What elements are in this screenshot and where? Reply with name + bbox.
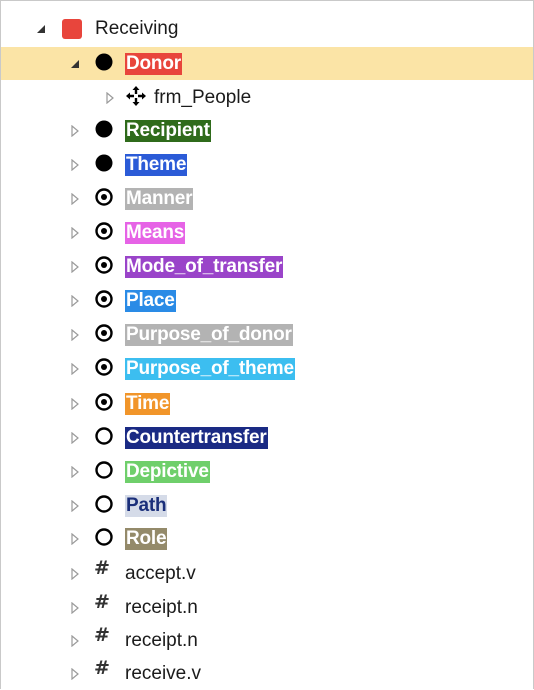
tree-node-label: Purpose_of_theme [125, 357, 295, 380]
tree-node-label: accept.v [125, 562, 196, 584]
open-circle-icon [93, 425, 115, 447]
tree-node-label: Donor [125, 52, 182, 75]
tree-node-mode-of-transfer[interactable]: Mode_of_transfer [1, 250, 533, 283]
open-circle-icon [93, 526, 115, 548]
tree-node-label: Time [125, 392, 171, 415]
dot-circle-icon [93, 254, 115, 276]
dot-circle-icon [93, 186, 115, 208]
tree-node-label: Manner [125, 187, 194, 210]
tree-node-receive-v[interactable]: # receive.v [1, 657, 533, 690]
expanded-triangle-icon[interactable] [35, 23, 47, 35]
hash-icon: # [94, 624, 110, 646]
collapsed-triangle-icon[interactable] [104, 91, 116, 104]
collapsed-triangle-icon[interactable] [69, 328, 81, 341]
tree-node-label: Path [125, 494, 168, 517]
tree-node-recipient[interactable]: Recipient [1, 114, 533, 147]
hash-icon: # [94, 557, 110, 579]
expanded-triangle-icon[interactable] [69, 58, 81, 70]
collapsed-triangle-icon[interactable] [69, 294, 81, 307]
collapsed-triangle-icon[interactable] [69, 192, 81, 205]
collapsed-triangle-icon[interactable] [69, 499, 81, 512]
dot-circle-icon [93, 391, 115, 413]
tree-node-receipt-n[interactable]: # receipt.n [1, 624, 533, 657]
tree-node-accept-v[interactable]: # accept.v [1, 557, 533, 590]
dot-circle-icon [93, 288, 115, 310]
filled-circle-icon [93, 118, 115, 140]
dot-circle-icon [93, 356, 115, 378]
tree-node-countertransfer[interactable]: Countertransfer [1, 421, 533, 454]
tree-node-time[interactable]: Time [1, 387, 533, 420]
tree-node-receipt-n[interactable]: # receipt.n [1, 591, 533, 624]
tree-node-manner[interactable]: Manner [1, 182, 533, 215]
tree-node-theme[interactable]: Theme [1, 148, 533, 181]
tree-node-means[interactable]: Means [1, 216, 533, 249]
tree-node-donor[interactable]: Donor [1, 47, 533, 80]
open-circle-icon [93, 493, 115, 515]
filled-circle-icon [93, 152, 115, 174]
tree-node-label: Receiving [95, 17, 179, 39]
tree-node-label: Place [125, 289, 176, 312]
collapsed-triangle-icon[interactable] [69, 431, 81, 444]
tree-node-label: receipt.n [125, 596, 198, 618]
tree-node-label: frm_People [154, 86, 252, 108]
collapsed-triangle-icon[interactable] [69, 532, 81, 545]
tree-node-label: Mode_of_transfer [125, 255, 284, 278]
tree-node-place[interactable]: Place [1, 284, 533, 317]
tree-node-label: Depictive [125, 460, 210, 483]
dot-circle-icon [93, 220, 115, 242]
collapsed-triangle-icon[interactable] [69, 634, 81, 647]
tree-node-role[interactable]: Role [1, 522, 533, 555]
collapsed-triangle-icon[interactable] [69, 124, 81, 137]
collapsed-triangle-icon[interactable] [69, 158, 81, 171]
tree-node-label: Purpose_of_donor [125, 323, 293, 346]
tree-node-path[interactable]: Path [1, 489, 533, 522]
tree-node-label: receipt.n [125, 629, 198, 651]
collapsed-triangle-icon[interactable] [69, 465, 81, 478]
collapsed-triangle-icon[interactable] [69, 260, 81, 273]
tree-node-frm-people[interactable]: frm_People [1, 81, 533, 114]
open-circle-icon [93, 459, 115, 481]
tree-node-label: receive.v [125, 662, 202, 684]
tree-node-label: Role [125, 527, 168, 550]
collapsed-triangle-icon[interactable] [69, 397, 81, 410]
collapsed-triangle-icon[interactable] [69, 667, 81, 680]
tree-node-depictive[interactable]: Depictive [1, 455, 533, 488]
collapsed-triangle-icon[interactable] [69, 601, 81, 614]
tree-node-receiving[interactable]: Receiving [1, 12, 533, 45]
tree-node-label: Countertransfer [125, 426, 268, 449]
collapsed-triangle-icon[interactable] [69, 362, 81, 375]
frame-tree: Receiving Donor frm_People Recipient Theme M… [0, 0, 534, 689]
hash-icon: # [94, 657, 110, 679]
tree-node-label: Theme [125, 153, 188, 176]
tree-node-label: Recipient [125, 119, 211, 142]
tree-node-purpose-of-theme[interactable]: Purpose_of_theme [1, 352, 533, 385]
hash-icon: # [94, 591, 110, 613]
move-arrows-icon [125, 85, 147, 107]
filled-circle-icon [93, 51, 115, 73]
tree-node-label: Means [125, 221, 186, 244]
tree-node-purpose-of-donor[interactable]: Purpose_of_donor [1, 318, 533, 351]
collapsed-triangle-icon[interactable] [69, 226, 81, 239]
collapsed-triangle-icon[interactable] [69, 567, 81, 580]
red-square-icon [61, 18, 83, 40]
dot-circle-icon [93, 322, 115, 344]
